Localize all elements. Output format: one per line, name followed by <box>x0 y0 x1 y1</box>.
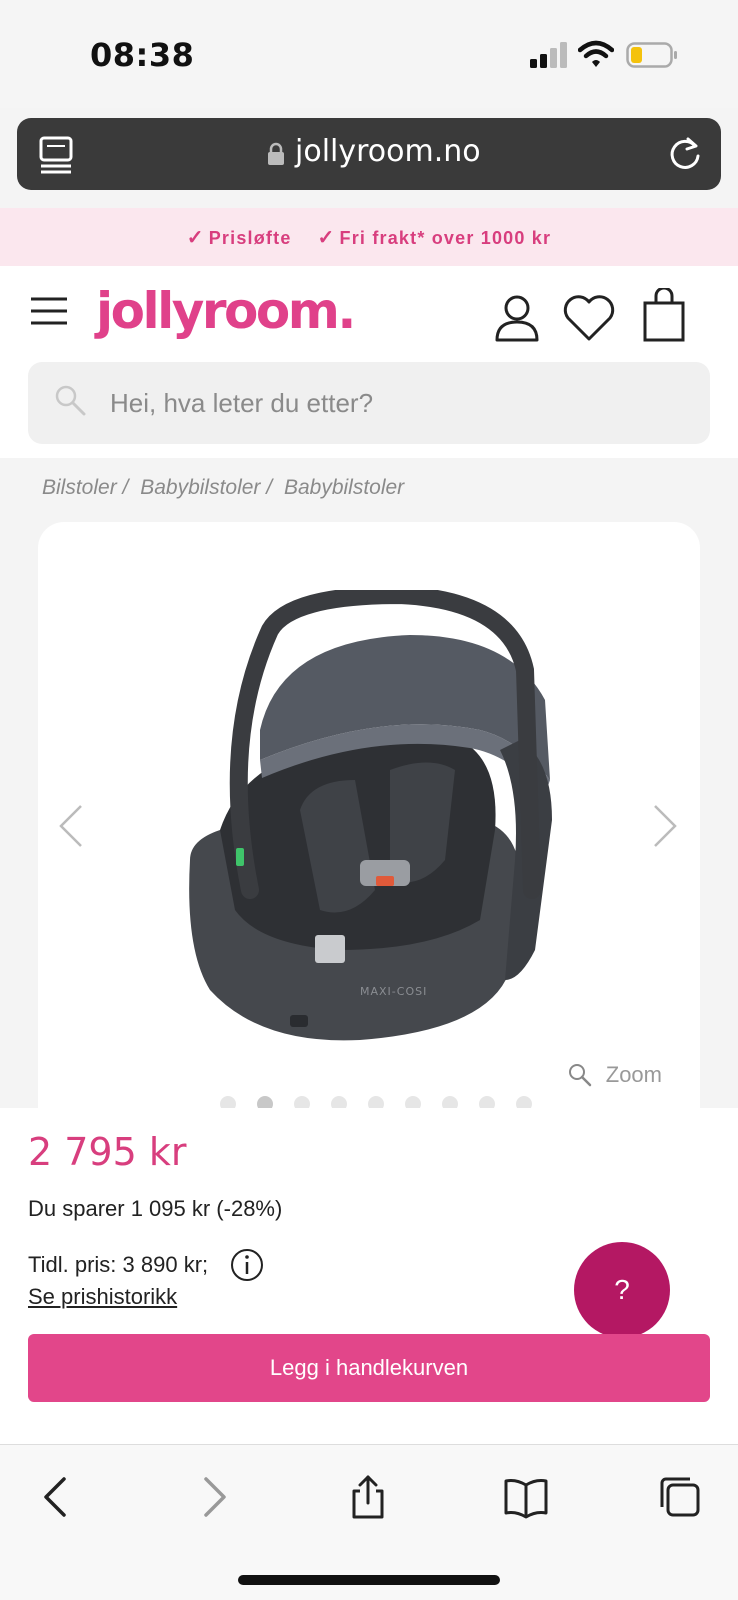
status-bar: 08:38 <box>0 0 738 108</box>
status-time: 08:38 <box>90 36 195 74</box>
check-icon: ✓ <box>317 226 336 249</box>
forward-icon[interactable] <box>192 1475 236 1519</box>
bag-icon[interactable] <box>642 288 686 342</box>
reload-icon[interactable] <box>667 134 703 172</box>
search-icon <box>55 385 86 416</box>
hamburger-icon[interactable] <box>30 296 68 326</box>
product-image[interactable]: MAXI-COSI <box>180 590 580 1050</box>
info-icon[interactable] <box>230 1248 264 1282</box>
chevron-left-icon[interactable] <box>58 804 84 848</box>
back-icon[interactable] <box>34 1475 78 1519</box>
site-header: jollyroom. <box>0 266 738 458</box>
previous-price: Tidl. pris: 3 890 kr; <box>28 1248 264 1282</box>
check-icon: ✓ <box>186 226 205 249</box>
product-gallery: MAXI-COSI Zoom <box>38 522 700 1122</box>
site-logo[interactable]: jollyroom. <box>96 282 356 340</box>
saving-text: Du sparer 1 095 kr (-28%) <box>28 1196 283 1221</box>
product-info: 2 795 kr Du sparer 1 095 kr (-28%) Tidl.… <box>0 1108 738 1444</box>
home-indicator <box>238 1575 500 1585</box>
tabs-icon[interactable] <box>658 1475 702 1519</box>
search-bar[interactable] <box>28 362 710 444</box>
product-brand-text: MAXI-COSI <box>360 985 427 998</box>
reader-icon[interactable] <box>39 136 73 174</box>
breadcrumb-item[interactable]: Bilstoler / <box>42 476 128 499</box>
url-text[interactable]: jollyroom.no <box>295 134 481 169</box>
help-button[interactable]: ? <box>574 1242 670 1338</box>
breadcrumb-item[interactable]: Babybilstoler / <box>140 476 272 499</box>
chevron-right-icon[interactable] <box>652 804 678 848</box>
bookmarks-icon[interactable] <box>504 1475 548 1519</box>
heart-icon[interactable] <box>562 294 616 342</box>
wifi-icon <box>578 40 614 67</box>
share-icon[interactable] <box>346 1475 390 1519</box>
browser-address-bar[interactable]: jollyroom.no <box>17 118 721 190</box>
battery-icon <box>626 42 677 68</box>
promo-item: ✓ Prisløfte <box>186 226 292 249</box>
add-to-cart-button[interactable]: Legg i handlekurven <box>28 1334 710 1402</box>
promo-banner: ✓ Prisløfte ✓ Fri frakt* over 1000 kr <box>0 208 738 266</box>
product-price: 2 795 kr <box>28 1130 187 1174</box>
breadcrumb-item[interactable]: Babybilstoler <box>284 476 404 499</box>
zoom-label[interactable]: Zoom <box>606 1062 662 1088</box>
zoom-control[interactable]: Zoom <box>568 1062 662 1088</box>
cellular-signal-icon <box>530 42 567 68</box>
price-history-link[interactable]: Se prishistorikk <box>28 1284 177 1310</box>
lock-icon <box>268 142 284 165</box>
search-input[interactable] <box>110 362 690 444</box>
promo-item: ✓ Fri frakt* over 1000 kr <box>317 226 552 249</box>
zoom-icon <box>568 1064 591 1087</box>
previous-price-text: Tidl. pris: 3 890 kr; <box>28 1252 209 1277</box>
breadcrumb: Bilstoler / Babybilstoler / Babybilstole… <box>42 476 410 500</box>
user-icon[interactable] <box>494 294 540 342</box>
browser-toolbar <box>0 1444 738 1600</box>
